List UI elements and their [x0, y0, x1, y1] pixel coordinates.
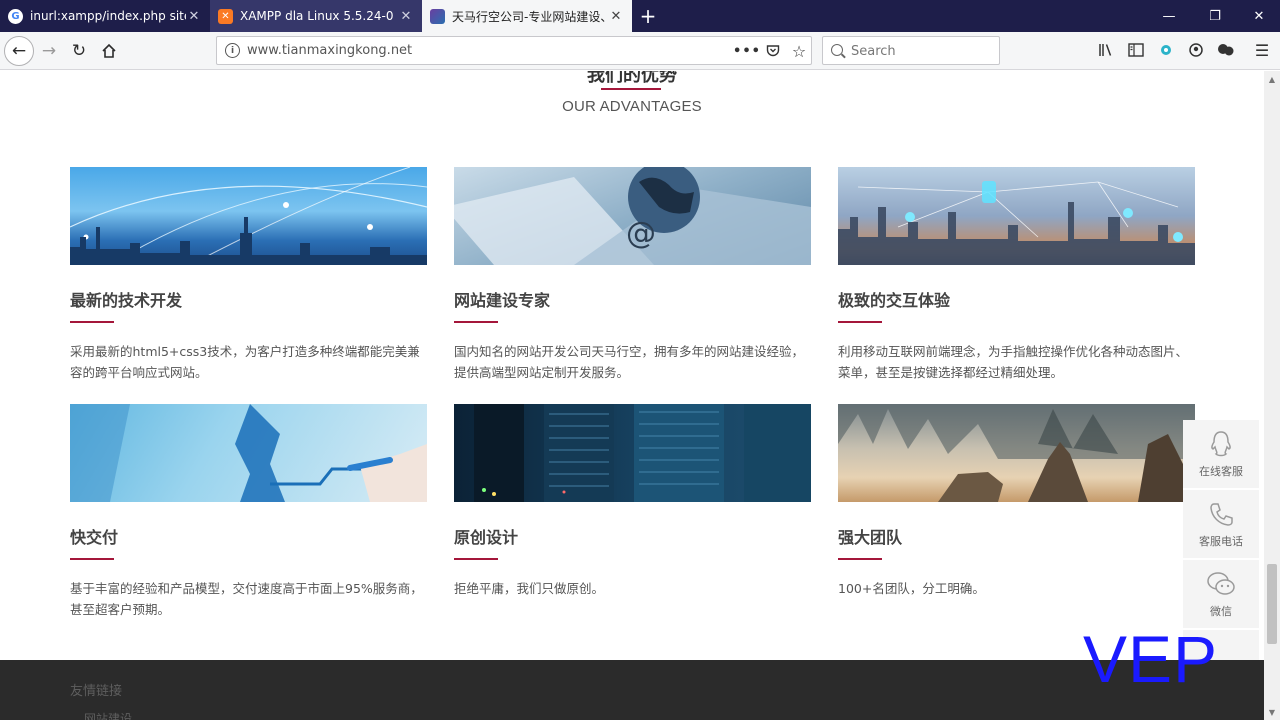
new-tab-button[interactable]: +	[636, 4, 660, 28]
card-title-underline	[70, 321, 114, 323]
url-text: www.tianmaxingkong.net	[247, 43, 413, 58]
page-scrollbar[interactable]: ▲ ▼	[1264, 71, 1280, 720]
extension-gear-icon[interactable]	[1156, 40, 1176, 60]
qq-icon	[1205, 429, 1237, 459]
card-title-underline	[454, 321, 498, 323]
close-icon[interactable]: ✕	[186, 8, 202, 24]
maximize-button[interactable]: ❐	[1192, 0, 1238, 32]
site-icon	[430, 8, 445, 24]
advantage-card: 最新的技术开发 采用最新的html5+css3技术，为客户打造多种终端都能完美兼…	[70, 167, 427, 383]
card-title-underline	[70, 558, 114, 560]
search-icon	[831, 44, 843, 56]
card-description: 国内知名的网站开发公司天马行空，拥有多年的网站建设经验，提供高端型网站定制开发服…	[454, 344, 805, 380]
home-button[interactable]	[94, 36, 124, 66]
tab-google-search[interactable]: G inurl:xampp/index.php site:.net ✕	[0, 0, 210, 32]
card-description: 拒绝平庸，我们只做原创。	[454, 581, 605, 596]
card-title: 强大团队	[838, 528, 903, 547]
home-icon	[102, 43, 116, 58]
svg-text:@: @	[626, 216, 656, 251]
tab-xampp[interactable]: ✕ XAMPP dla Linux 5.5.24-0 ✕	[210, 0, 422, 32]
menu-icon[interactable]: ☰	[1252, 40, 1272, 60]
tab-title: inurl:xampp/index.php site:.net	[30, 9, 186, 23]
google-icon: G	[8, 8, 23, 24]
card-description: 100+名团队，分工明确。	[838, 581, 985, 596]
section-subtitle: OUR ADVANTAGES	[562, 98, 702, 115]
bookmark-star-icon[interactable]: ☆	[789, 41, 809, 61]
section-title: 我们的优势	[587, 71, 677, 86]
advantage-card: 快交付 基于丰富的经验和产品模型，交付速度高于市面上95%服务商，甚至超客户预期…	[70, 404, 427, 620]
search-input[interactable]	[851, 42, 991, 60]
friend-link[interactable]: 网站建设	[84, 710, 132, 720]
friend-links-title: 友情链接	[70, 684, 123, 699]
sidebar-icon[interactable]	[1126, 40, 1146, 60]
reload-button[interactable]: ↻	[64, 36, 94, 66]
library-icon[interactable]	[1096, 40, 1116, 60]
page-actions-icon[interactable]: •••	[733, 41, 760, 61]
card-title: 快交付	[70, 528, 119, 547]
wolves-image	[838, 404, 1195, 502]
info-icon[interactable]: i	[225, 43, 240, 58]
server-image	[454, 404, 811, 502]
close-icon[interactable]: ✕	[398, 8, 414, 24]
card-description: 采用最新的html5+css3技术，为客户打造多种终端都能完美兼容的跨平台响应式…	[70, 344, 420, 380]
side-item-label: 微信	[1210, 605, 1232, 618]
tab-tianmaxingkong[interactable]: 天马行空公司-专业网站建设、 ✕	[422, 0, 632, 32]
card-title-underline	[838, 321, 882, 323]
side-item-label: 客服电话	[1199, 535, 1243, 548]
city-icons-image	[838, 167, 1195, 265]
nav-bar: ← → ↻ i www.tianmaxingkong.net ••• ☆ ☰	[0, 32, 1280, 70]
card-title: 最新的技术开发	[70, 291, 183, 310]
wechat-icon	[1205, 569, 1237, 599]
search-bar[interactable]	[822, 36, 1000, 65]
extension-chat-icon[interactable]	[1216, 40, 1236, 60]
tab-title: XAMPP dla Linux 5.5.24-0	[240, 9, 394, 23]
city-network-image	[70, 167, 427, 265]
card-description: 利用移动互联网前端理念，为手指触控操作优化各种动态图片、菜单，甚至是按键选择都经…	[838, 344, 1189, 380]
web-page: 我们的优势 OUR ADVANTAGES 最新的技术开发 采用最新的html5+…	[0, 71, 1280, 720]
card-title: 原创设计	[454, 528, 519, 547]
hand-chart-image	[70, 404, 427, 502]
forward-button[interactable]: →	[34, 36, 64, 66]
advantage-card: 原创设计 拒绝平庸，我们只做原创。	[454, 404, 811, 599]
keyboard-globe-image: @	[454, 167, 811, 265]
advantage-card: 强大团队 100+名团队，分工明确。	[838, 404, 1195, 599]
online-service-button[interactable]: 在线客服	[1183, 420, 1259, 490]
scroll-up-arrow-icon[interactable]: ▲	[1264, 71, 1280, 87]
minimize-button[interactable]: —	[1146, 0, 1192, 32]
advantage-card: @ 网站建设专家 国内知名的网站开发公司天马行空，拥有多年的网站建设经验，提供高…	[454, 167, 811, 383]
url-bar[interactable]: i www.tianmaxingkong.net ••• ☆	[216, 36, 812, 65]
pocket-icon[interactable]	[763, 41, 783, 61]
watermark-text: VEP	[1083, 622, 1219, 696]
scrollbar-thumb[interactable]	[1267, 564, 1277, 644]
close-icon[interactable]: ✕	[608, 8, 624, 24]
window-close-button[interactable]: ✕	[1236, 0, 1280, 32]
service-phone-button[interactable]: 客服电话	[1183, 490, 1259, 560]
tab-title: 天马行空公司-专业网站建设、	[452, 9, 608, 24]
card-title: 网站建设专家	[454, 291, 551, 310]
card-title-underline	[454, 558, 498, 560]
extension-face-icon[interactable]	[1186, 40, 1206, 60]
card-title-underline	[838, 558, 882, 560]
section-title-underline	[601, 88, 661, 90]
phone-icon	[1205, 499, 1237, 529]
wechat-button[interactable]: 微信	[1183, 560, 1259, 630]
xampp-icon: ✕	[218, 8, 233, 24]
card-description: 基于丰富的经验和产品模型，交付速度高于市面上95%服务商，甚至超客户预期。	[70, 581, 423, 617]
tab-bar: G inurl:xampp/index.php site:.net ✕ ✕ XA…	[0, 0, 1280, 32]
back-button[interactable]: ←	[4, 36, 34, 66]
footer: 友情链接 网站建设	[0, 660, 1264, 720]
card-title: 极致的交互体验	[838, 291, 951, 310]
advantage-card: 极致的交互体验 利用移动互联网前端理念，为手指触控操作优化各种动态图片、菜单，甚…	[838, 167, 1195, 383]
side-item-label: 在线客服	[1199, 465, 1243, 478]
scroll-down-arrow-icon[interactable]: ▼	[1264, 704, 1280, 720]
